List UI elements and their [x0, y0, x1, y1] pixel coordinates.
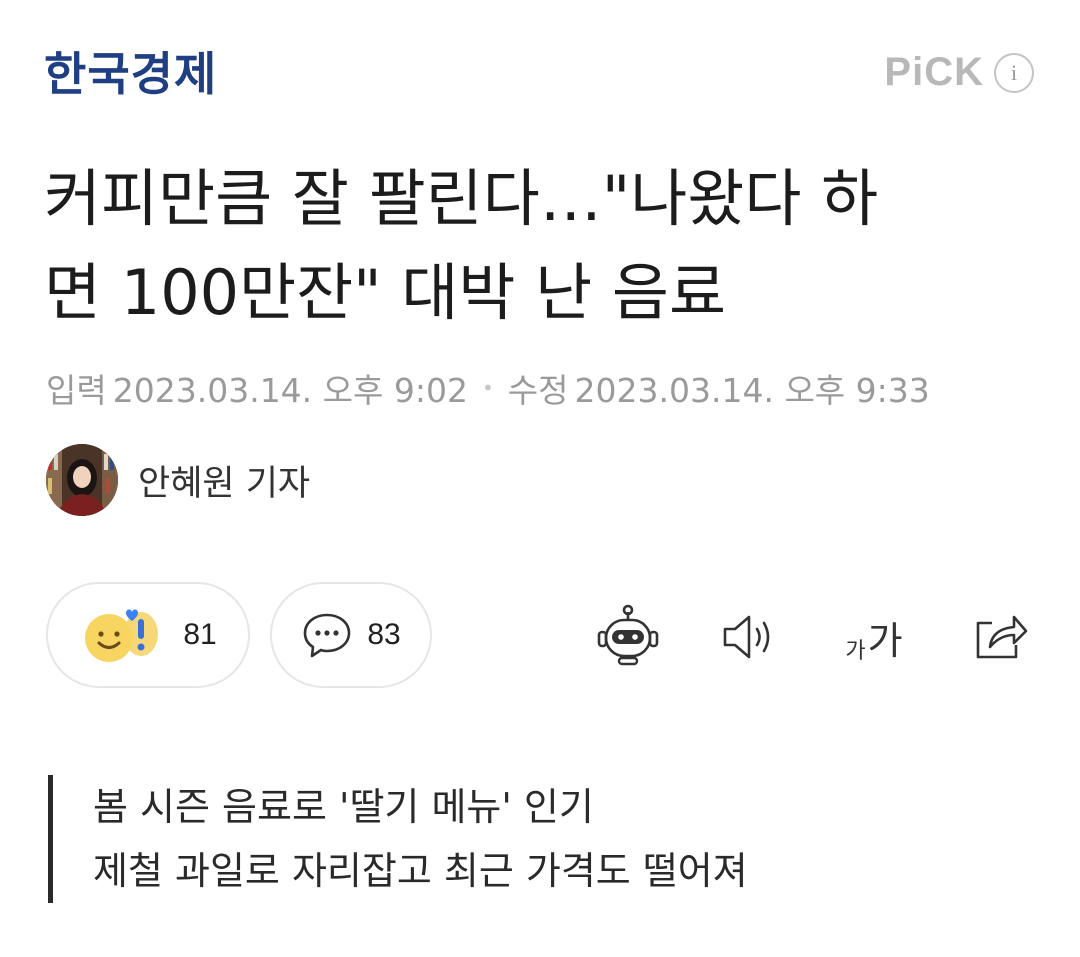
summary-line-1: 봄 시즌 음료로 '딸기 메뉴' 인기 — [93, 785, 594, 829]
author-name[interactable]: 안혜원 기자 — [138, 455, 310, 506]
font-size-small-label: 가 — [845, 638, 866, 664]
comment-count: 83 — [367, 618, 401, 651]
pick-label: PiCK — [884, 50, 984, 94]
info-icon[interactable]: i — [994, 52, 1034, 93]
reaction-button[interactable]: 81 — [46, 582, 250, 688]
author-row[interactable]: 안혜원 기자 — [46, 444, 310, 516]
font-size-icon: 가 가 — [845, 610, 902, 665]
modified-date: 2023.03.14. 오후 9:33 — [574, 371, 930, 410]
article-dates: 입력 2023.03.14. 오후 9:02 • 수정 2023.03.14. … — [46, 364, 930, 412]
published-label: 입력 — [46, 371, 107, 410]
comment-icon — [304, 613, 351, 658]
date-separator: • — [481, 376, 494, 400]
robot-summary-button[interactable] — [592, 602, 664, 672]
action-bar: 81 83 가 가 — [0, 582, 1080, 692]
title-line-2: 면 100만잔" 대박 난 음료 — [44, 256, 727, 329]
published-date: 2023.03.14. 오후 9:02 — [112, 371, 468, 410]
reaction-emoji-icons — [85, 609, 159, 662]
article-title: 커피만큼 잘 팔린다…"나왔다 하 면 100만잔" 대박 난 음료 — [44, 152, 1044, 340]
pick-badge[interactable]: PiCK i — [884, 50, 1034, 95]
reaction-count: 81 — [183, 618, 217, 651]
avatar-image — [46, 444, 118, 516]
title-line-1: 커피만큼 잘 팔린다…"나왔다 하 — [44, 162, 879, 235]
share-icon — [976, 615, 1028, 659]
modified-label: 수정 — [507, 371, 569, 410]
article-summary: 봄 시즌 음료로 '딸기 메뉴' 인기 제철 과일로 자리잡고 최근 가격도 떨… — [48, 775, 748, 903]
font-size-large-label: 가 — [867, 618, 903, 663]
header: 한국경제 PiCK i — [0, 0, 1080, 140]
robot-summary-icon — [597, 604, 659, 666]
font-size-button[interactable]: 가 가 — [834, 602, 914, 672]
avatar[interactable] — [46, 444, 118, 516]
comment-button[interactable]: 83 — [270, 582, 432, 688]
smile-emoji-icon — [85, 614, 134, 662]
speaker-icon — [723, 615, 770, 659]
share-button[interactable] — [966, 602, 1034, 672]
text-to-speech-button[interactable] — [716, 602, 784, 672]
summary-line-2: 제철 과일로 자리잡고 최근 가격도 떨어져 — [93, 849, 748, 893]
press-logo[interactable]: 한국경제 — [44, 38, 217, 104]
